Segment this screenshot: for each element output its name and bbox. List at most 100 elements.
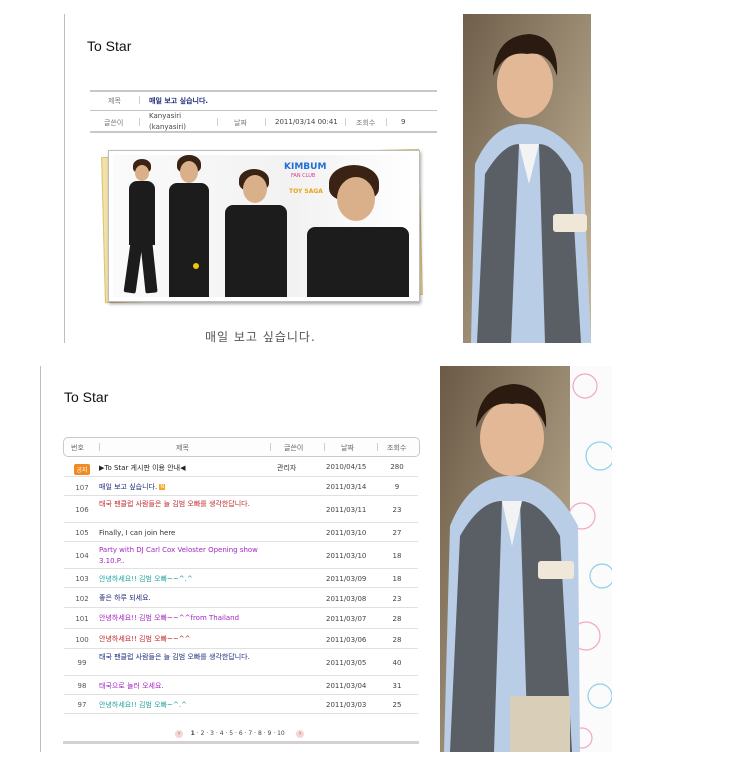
row-number: 102 <box>75 595 89 603</box>
row-subject[interactable]: 태국 팬클럽 사람들은 늘 김범 오빠를 생각한답니다. <box>99 652 269 663</box>
post-views: 9 <box>401 118 406 126</box>
row-number: 99 <box>77 659 87 667</box>
board-title: To Star <box>87 38 132 54</box>
profile-photo <box>440 366 612 752</box>
table-header: 번호 제목 글쓴이 날짜 조회수 <box>63 437 420 457</box>
divider <box>324 443 325 451</box>
row-views: 31 <box>392 682 402 690</box>
row-subject[interactable]: 안녕하세요!! 김범 오빠~~^^from Thailand <box>99 613 269 624</box>
row-date: 2011/03/10 <box>326 529 367 537</box>
page-link[interactable]: 5 <box>229 730 233 737</box>
page-link[interactable]: 3 <box>210 730 214 737</box>
table-row[interactable]: 104 Party with DJ Carl Cox Veloster Open… <box>64 543 418 569</box>
row-views: 25 <box>392 701 402 709</box>
row-subject[interactable]: 좋은 하루 되세요. <box>99 593 269 604</box>
row-date: 2011/03/10 <box>326 552 367 560</box>
divider <box>217 118 218 126</box>
row-date: 2011/03/09 <box>326 575 367 583</box>
fanclub-logo: KIMBUM FAN CLUB TOY SAGA <box>283 159 329 199</box>
row-date: 2011/03/14 <box>326 483 367 491</box>
row-views: 18 <box>392 552 402 560</box>
row-views: 28 <box>392 636 402 644</box>
table-row[interactable]: 공지 ▶To Star 게시판 이용 안내◀ 관리자 2010/04/15 28… <box>64 459 418 477</box>
row-subject[interactable]: Party with DJ Carl Cox Veloster Opening … <box>99 545 269 567</box>
table-row[interactable]: 97 안녕하세요!! 김범 오빠~^.^ 2011/03/03 25 <box>64 696 418 714</box>
post-body-text: 매일 보고 싶습니다. <box>205 330 316 344</box>
table-row[interactable]: 101 안녕하세요!! 김범 오빠~~^^from Thailand 2011/… <box>64 609 418 629</box>
table-row[interactable]: 98 태국으로 놀러 오세요. 2011/03/04 31 <box>64 677 418 695</box>
divider <box>386 118 387 126</box>
row-number: 98 <box>77 682 87 690</box>
row-views: 40 <box>392 659 402 667</box>
row-number: 100 <box>75 636 89 644</box>
row-writer[interactable]: 관리자 <box>277 463 296 473</box>
row-subject[interactable]: 안녕하세요!! 김범 오빠~~^.^ <box>99 574 269 585</box>
post-header-rule <box>90 110 437 111</box>
pagination: ‹ 1 · 2 · 3 · 4 · 5 · 6 · 7 · 8 · 9 · 10… <box>175 730 305 738</box>
row-number: 105 <box>75 529 89 537</box>
page-link[interactable]: 7 <box>248 730 252 737</box>
post-banner-image: KIMBUM FAN CLUB TOY SAGA <box>108 150 420 302</box>
page-link[interactable]: 4 <box>220 730 224 737</box>
row-subject[interactable]: 안녕하세요!! 김범 오빠~~^^ <box>99 634 269 645</box>
row-number: 97 <box>77 701 87 709</box>
post-writer-name[interactable]: Kanyasiri <box>149 112 181 120</box>
svg-text:KIMBUM: KIMBUM <box>284 162 326 172</box>
row-views: 18 <box>392 575 402 583</box>
row-number: 101 <box>75 615 89 623</box>
table-row[interactable]: 102 좋은 하루 되세요. 2011/03/08 23 <box>64 589 418 608</box>
views-label: 조회수 <box>356 119 376 127</box>
page-link[interactable]: 2 <box>201 730 205 737</box>
column-header-subject: 제목 <box>176 444 189 452</box>
divider <box>377 443 378 451</box>
row-subject[interactable]: 매일 보고 싶습니다. N <box>99 482 269 493</box>
row-subject[interactable]: 태국 팬클럽 사람들은 늘 김범 오빠를 생각한답니다. <box>99 499 269 510</box>
writer-label: 글쓴이 <box>104 119 124 127</box>
row-date: 2011/03/11 <box>326 506 367 514</box>
next-page-button[interactable]: › <box>296 730 305 738</box>
column-header-views: 조회수 <box>387 444 407 452</box>
post-date: 2011/03/14 00:41 <box>275 118 338 126</box>
table-row[interactable]: 100 안녕하세요!! 김범 오빠~~^^ 2011/03/06 28 <box>64 630 418 649</box>
row-views: 23 <box>392 595 402 603</box>
row-number: 106 <box>75 506 89 514</box>
notice-badge: 공지 <box>72 464 92 475</box>
table-row[interactable]: 103 안녕하세요!! 김범 오빠~~^.^ 2011/03/09 18 <box>64 570 418 588</box>
table-row[interactable]: 107 매일 보고 싶습니다. N 2011/03/14 9 <box>64 478 418 496</box>
divider <box>139 118 140 126</box>
post-header-top-rule <box>90 90 437 92</box>
divider <box>139 96 140 104</box>
new-icon: N <box>159 484 166 490</box>
table-footer-bar <box>63 741 419 744</box>
page-link[interactable]: 6 <box>239 730 243 737</box>
row-subject[interactable]: ▶To Star 게시판 이용 안내◀ <box>99 463 269 474</box>
row-date: 2010/04/15 <box>326 463 367 471</box>
table-row[interactable]: 99 태국 팬클럽 사람들은 늘 김범 오빠를 생각한답니다. 2011/03/… <box>64 650 418 676</box>
row-views: 9 <box>394 483 400 491</box>
row-number: 107 <box>75 484 89 492</box>
column-header-writer: 글쓴이 <box>284 444 304 452</box>
page-link[interactable]: 10 <box>277 730 285 737</box>
divider <box>345 118 346 126</box>
post-subject[interactable]: 매일 보고 싶습니다. <box>149 96 208 106</box>
row-subject[interactable]: Finally, I can join here <box>99 528 269 539</box>
row-date: 2011/03/03 <box>326 701 367 709</box>
row-subject[interactable]: 태국으로 놀러 오세요. <box>99 681 269 692</box>
page-link[interactable]: 8 <box>258 730 262 737</box>
row-number: 103 <box>75 575 89 583</box>
row-views: 27 <box>392 529 402 537</box>
divider <box>270 443 271 451</box>
figure-image <box>121 157 161 297</box>
page-link-current[interactable]: 1 <box>191 730 195 737</box>
prev-page-button[interactable]: ‹ <box>175 730 183 738</box>
row-subject[interactable]: 안녕하세요!! 김범 오빠~^.^ <box>99 700 269 711</box>
table-row[interactable]: 106 태국 팬클럽 사람들은 늘 김범 오빠를 생각한답니다. 2011/03… <box>64 497 418 523</box>
svg-text:FAN CLUB: FAN CLUB <box>291 173 316 179</box>
divider <box>265 118 266 126</box>
row-number: 104 <box>75 552 89 560</box>
page-link[interactable]: 9 <box>268 730 272 737</box>
date-label: 날짜 <box>234 119 247 127</box>
table-row[interactable]: 105 Finally, I can join here 2011/03/10 … <box>64 524 418 542</box>
row-views: 23 <box>392 506 402 514</box>
row-views: 280 <box>390 463 404 471</box>
